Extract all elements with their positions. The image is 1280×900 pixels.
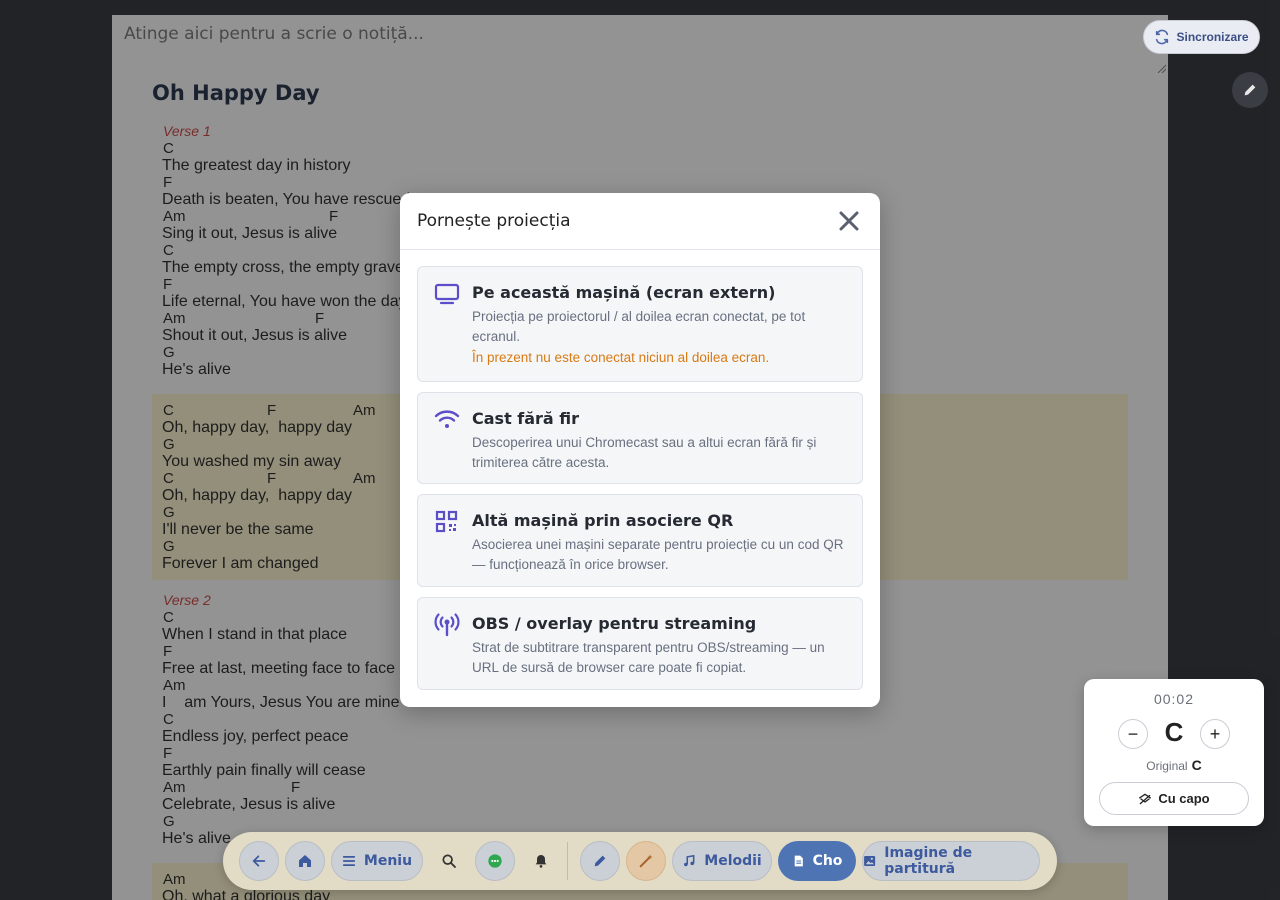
home-button[interactable] (285, 841, 325, 881)
toolbar-divider (567, 842, 568, 880)
magic-wand-icon (639, 854, 653, 868)
option-external-screen[interactable]: Pe această mașină (ecran extern) Proiecț… (417, 266, 863, 382)
menu-label: Meniu (363, 853, 413, 869)
home-icon (299, 855, 311, 867)
option-title: Altă mașină prin asociere QR (472, 511, 734, 530)
search-button[interactable] (429, 841, 469, 881)
bottom-toolbar: Meniu Melodii Cho Imagine de partitură (223, 832, 1057, 890)
document-icon (794, 855, 803, 867)
sync-icon (1156, 29, 1169, 45)
transpose-down-button[interactable]: − (1118, 719, 1148, 749)
option-warning: În prezent nu este conectat niciun al do… (472, 350, 770, 365)
menu-icon (342, 856, 356, 866)
key-panel: 00:02 C − + Original C Cu capo (1084, 679, 1264, 826)
magic-button[interactable] (626, 841, 666, 881)
chat-icon (488, 854, 502, 868)
edit-button[interactable] (1232, 72, 1268, 108)
menu-button[interactable]: Meniu (331, 841, 423, 881)
broadcast-icon (434, 613, 460, 637)
option-title: Cast fără fir (472, 409, 580, 428)
option-description: Proiecția pe proiectorul / al doilea ecr… (472, 309, 806, 344)
sheet-image-label: Imagine de partitură (884, 845, 973, 877)
search-icon (442, 854, 456, 868)
pencil-icon (594, 855, 606, 867)
capo-icon (1139, 793, 1152, 804)
bell-icon (535, 855, 547, 868)
dialog-title: Pornește proiecția (417, 211, 571, 231)
chat-button[interactable] (475, 841, 515, 881)
wifi-icon (434, 410, 460, 428)
chords-button[interactable]: Cho (778, 841, 856, 881)
image-icon (864, 856, 876, 866)
option-wireless-cast[interactable]: Cast fără fir Descoperirea unui Chromeca… (417, 392, 863, 484)
option-title: Pe această mașină (ecran extern) (472, 283, 776, 302)
capo-label: Cu capo (1158, 791, 1210, 806)
sync-button[interactable]: Sincronizare (1143, 20, 1260, 54)
edit-tool-button[interactable] (580, 841, 620, 881)
pencil-icon (1244, 84, 1256, 96)
music-note-icon (684, 854, 695, 867)
original-label: Original (1146, 759, 1188, 773)
notifications-button[interactable] (521, 841, 561, 881)
sync-label: Sincronizare (1176, 30, 1249, 44)
option-qr-pairing[interactable]: Altă mașină prin asociere QR Asocierea u… (417, 494, 863, 587)
sheet-image-button[interactable]: Imagine de partitură (862, 841, 1040, 881)
original-key-value: C (1191, 757, 1202, 773)
option-description: Asocierea unei mașini separate pentru pr… (472, 537, 844, 572)
projection-dialog: Pornește proiecția Pe această mașină (ec… (400, 193, 880, 707)
close-icon (839, 211, 859, 231)
qr-code-icon (435, 510, 458, 533)
back-button[interactable] (239, 841, 279, 881)
option-obs-overlay[interactable]: OBS / overlay pentru streaming Strat de … (417, 597, 863, 690)
option-title: OBS / overlay pentru streaming (472, 614, 757, 633)
dialog-header: Pornește proiecția (400, 193, 880, 250)
chords-label: Cho (812, 853, 843, 869)
original-key: Original C (1084, 757, 1264, 773)
option-description: Descoperirea unui Chromecast sau a altui… (472, 435, 817, 470)
arrow-left-icon (252, 855, 266, 867)
transpose-up-button[interactable]: + (1200, 719, 1230, 749)
songs-button[interactable]: Melodii (672, 841, 772, 881)
option-description: Strat de subtitrare transparent pentru O… (472, 640, 825, 675)
capo-button[interactable]: Cu capo (1099, 782, 1249, 815)
songs-label: Melodii (704, 853, 762, 869)
monitor-icon (434, 283, 460, 305)
current-key: C (1164, 717, 1184, 747)
elapsed-time: 00:02 (1153, 691, 1195, 707)
close-button[interactable] (835, 207, 863, 235)
